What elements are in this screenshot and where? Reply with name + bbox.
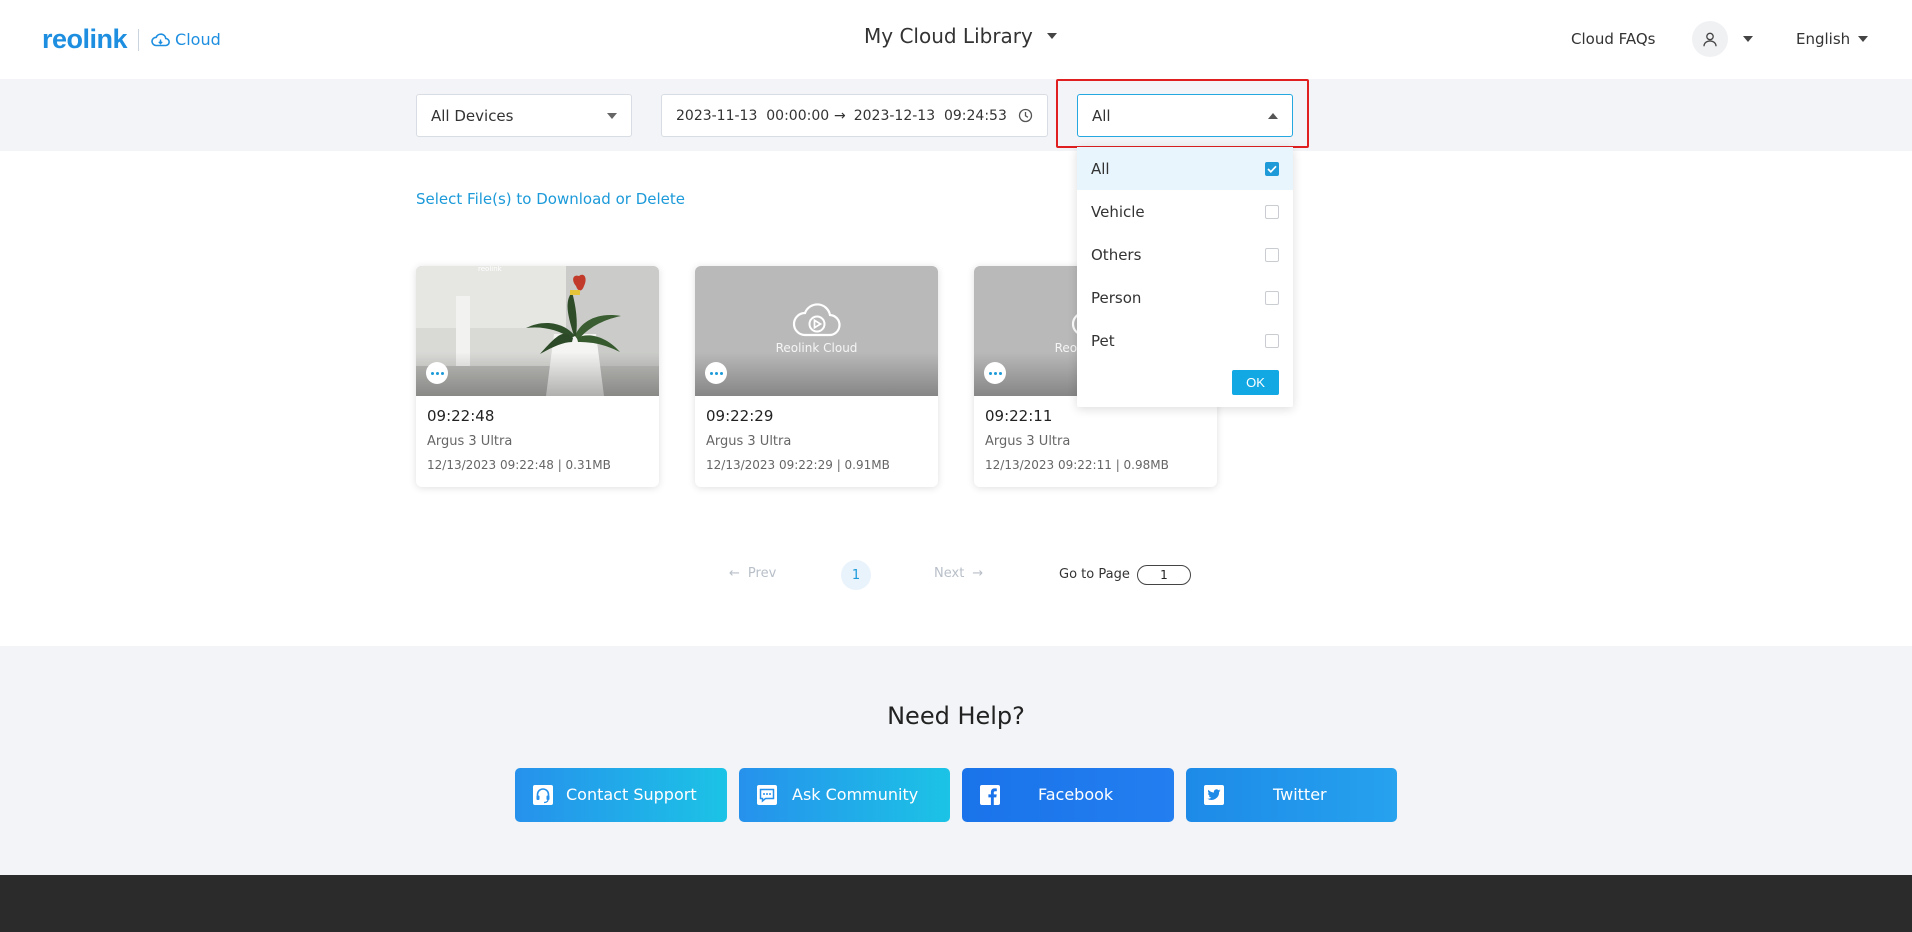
card-time: 09:22:11 (985, 407, 1053, 425)
card-device: Argus 3 Ultra (985, 434, 1071, 449)
go-to-page-label: Go to Page (1059, 567, 1130, 582)
logo-cloud-product: Cloud (151, 30, 221, 49)
arrow-right-icon: → (834, 107, 846, 124)
next-label: Next (934, 566, 965, 581)
chat-icon (757, 785, 777, 805)
device-select[interactable]: All Devices (416, 94, 632, 137)
card-meta: 12/13/2023 09:22:29 | 0.91MB (706, 458, 890, 472)
twitter-icon (1204, 785, 1224, 805)
event-type-dropdown: All Vehicle Others Person Pet OK (1077, 147, 1293, 407)
help-title: Need Help? (887, 702, 1025, 730)
option-label: Pet (1091, 331, 1115, 350)
facebook-button[interactable]: Facebook (962, 768, 1174, 822)
user-icon (1703, 32, 1717, 46)
option-label: Person (1091, 288, 1142, 307)
video-thumbnail[interactable]: reolink (416, 266, 659, 396)
user-avatar-button[interactable] (1692, 21, 1728, 57)
placeholder-cloud: Reolink Cloud (695, 300, 938, 355)
checkbox[interactable] (1265, 204, 1279, 219)
thumbnail-gradient (695, 352, 938, 396)
headset-icon (533, 785, 553, 805)
option-label: Others (1091, 245, 1142, 264)
card-meta: 12/13/2023 09:22:48 | 0.31MB (427, 458, 611, 472)
type-option-vehicle[interactable]: Vehicle (1077, 190, 1293, 233)
cloud-faqs-link[interactable]: Cloud FAQs (1571, 30, 1656, 48)
video-card[interactable]: reolink 09:22:48 Argus 3 Ultra 12/13/202… (416, 266, 659, 487)
button-label: Ask Community (792, 785, 919, 804)
svg-text:reolink: reolink (478, 266, 503, 273)
contact-support-button[interactable]: Contact Support (515, 768, 727, 822)
checkbox[interactable] (1265, 290, 1279, 305)
arrow-left-icon: ← (729, 566, 740, 581)
chevron-down-icon (607, 112, 617, 119)
chevron-down-icon[interactable] (1858, 36, 1868, 42)
chevron-up-icon (1268, 112, 1278, 119)
twitter-button[interactable]: Twitter (1186, 768, 1397, 822)
chevron-down-icon (1046, 33, 1057, 39)
page-footer (0, 875, 1912, 932)
logo-product-label: Cloud (175, 30, 221, 49)
more-options-button[interactable] (705, 362, 727, 384)
date-end[interactable]: 2023-12-13 09:24:53 (854, 108, 1018, 124)
option-label: Vehicle (1091, 202, 1145, 221)
arrow-right-icon: → (972, 566, 984, 581)
select-files-link[interactable]: Select File(s) to Download or Delete (416, 190, 685, 208)
thumbnail-gradient (416, 352, 659, 396)
button-label: Facebook (1038, 785, 1114, 804)
cloud-play-icon (792, 303, 841, 337)
video-card[interactable]: Reolink Cloud 09:22:29 Argus 3 Ultra 12/… (695, 266, 938, 487)
date-start[interactable]: 2023-11-13 00:00:00 (676, 108, 829, 124)
type-option-all[interactable]: All (1077, 147, 1293, 190)
page-number-current[interactable]: 1 (841, 560, 871, 590)
option-label: All (1091, 159, 1110, 178)
type-option-pet[interactable]: Pet (1077, 319, 1293, 362)
prev-label: Prev (747, 566, 777, 581)
more-options-button[interactable] (426, 362, 448, 384)
checkmark-icon (1267, 165, 1277, 173)
card-meta: 12/13/2023 09:22:11 | 0.98MB (985, 458, 1169, 472)
card-device: Argus 3 Ultra (427, 434, 513, 449)
next-page-button[interactable]: Next → (934, 566, 983, 581)
type-option-person[interactable]: Person (1077, 276, 1293, 319)
reolink-logo[interactable]: reolink Cloud (42, 24, 221, 55)
checkbox-checked[interactable] (1265, 161, 1279, 176)
help-section (0, 646, 1912, 875)
date-range-picker[interactable]: 2023-11-13 00:00:00 → 2023-12-13 09:24:5… (661, 94, 1048, 137)
logo-divider (138, 28, 140, 51)
ask-community-button[interactable]: Ask Community (739, 768, 950, 822)
cloud-icon (151, 33, 170, 47)
logo-wordmark: reolink (42, 24, 128, 54)
more-dots-icon (709, 371, 723, 375)
event-type-select[interactable]: All (1077, 94, 1293, 137)
device-select-value: All Devices (431, 106, 514, 125)
ok-button[interactable]: OK (1232, 370, 1279, 395)
type-option-others[interactable]: Others (1077, 233, 1293, 276)
clock-history-icon[interactable] (1018, 108, 1033, 123)
go-to-page-input[interactable] (1137, 565, 1191, 585)
checkbox[interactable] (1265, 333, 1279, 348)
card-time: 09:22:48 (427, 407, 495, 425)
language-selector[interactable]: English (1796, 30, 1850, 48)
more-dots-icon (430, 371, 444, 375)
checkbox[interactable] (1265, 247, 1279, 262)
page-title: My Cloud Library (864, 24, 1033, 48)
more-options-button[interactable] (984, 362, 1006, 384)
card-time: 09:22:29 (706, 407, 774, 425)
app-header: reolink Cloud My Cloud Library Cloud FAQ… (0, 0, 1912, 79)
prev-page-button[interactable]: ← Prev (729, 566, 776, 581)
video-thumbnail[interactable]: Reolink Cloud (695, 266, 938, 396)
card-device: Argus 3 Ultra (706, 434, 792, 449)
facebook-icon (980, 785, 1000, 805)
button-label: Twitter (1273, 785, 1327, 804)
more-dots-icon (988, 371, 1002, 375)
library-title-dropdown[interactable]: My Cloud Library (864, 24, 1057, 48)
button-label: Contact Support (566, 785, 697, 804)
event-type-select-value: All (1092, 106, 1111, 125)
chevron-down-icon[interactable] (1743, 36, 1753, 42)
